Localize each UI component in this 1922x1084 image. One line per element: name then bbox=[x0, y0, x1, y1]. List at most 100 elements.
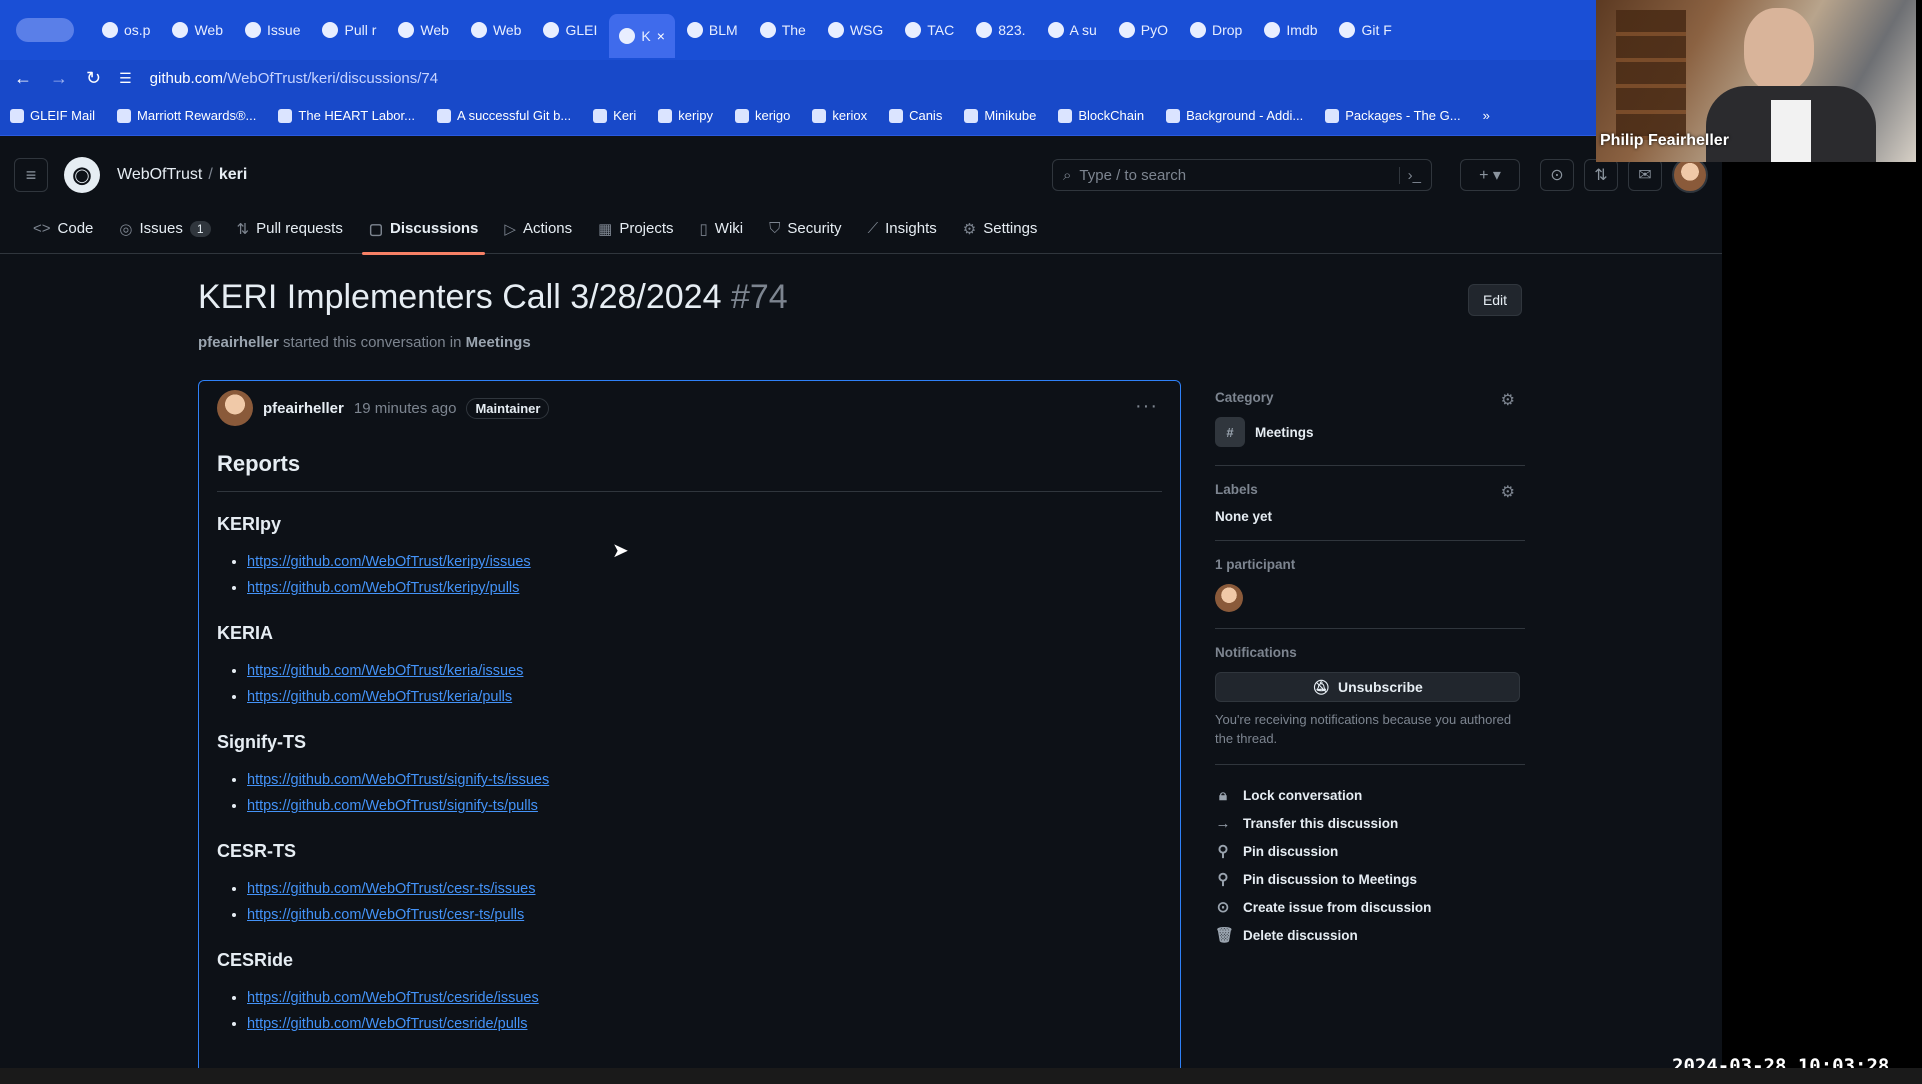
edit-button[interactable]: Edit bbox=[1468, 284, 1522, 316]
browser-tab[interactable]: Pull r bbox=[312, 10, 386, 50]
browser-tab[interactable]: K × bbox=[609, 14, 675, 58]
browser-tab[interactable]: The bbox=[750, 10, 816, 50]
action-delete-discussion[interactable]: 🗑︎ Delete discussion bbox=[1215, 921, 1525, 949]
repo-name-link[interactable]: keri bbox=[219, 166, 247, 183]
user-avatar[interactable] bbox=[1672, 157, 1708, 193]
comment-author[interactable]: pfeairheller bbox=[263, 400, 344, 417]
browser-tab[interactable]: GLEI bbox=[533, 10, 607, 50]
report-link[interactable]: https://github.com/WebOfTrust/keripy/pul… bbox=[247, 580, 519, 596]
inbox-icon[interactable]: ✉ bbox=[1628, 159, 1662, 191]
more-bookmarks-icon[interactable]: » bbox=[1483, 108, 1490, 123]
bookmark-item[interactable]: Keri bbox=[593, 108, 636, 123]
bookmark-item[interactable]: Packages - The G... bbox=[1325, 108, 1461, 123]
browser-tab[interactable]: PyO bbox=[1109, 10, 1178, 50]
list-item: https://github.com/WebOfTrust/cesride/is… bbox=[247, 985, 1162, 1011]
browser-tab[interactable]: 823. bbox=[966, 10, 1035, 50]
tab-settings[interactable]: ⚙ Settings bbox=[950, 204, 1051, 254]
search-input[interactable]: ⌕ Type / to search ›_ bbox=[1052, 159, 1432, 191]
bookmark-item[interactable]: keripy bbox=[658, 108, 713, 123]
tab-wiki[interactable]: ▯ Wiki bbox=[687, 204, 757, 254]
started-by-link[interactable]: pfeairheller bbox=[198, 334, 279, 351]
repo-owner-link[interactable]: WebOfTrust bbox=[117, 166, 202, 183]
tab-insights[interactable]: ⟋ Insights bbox=[855, 204, 950, 254]
pull-requests-icon[interactable]: ⇅ bbox=[1584, 159, 1618, 191]
create-new-button[interactable]: + ▾ bbox=[1460, 159, 1520, 191]
report-link[interactable]: https://github.com/WebOfTrust/cesr-ts/pu… bbox=[247, 907, 524, 923]
bookmark-item[interactable]: Canis bbox=[889, 108, 942, 123]
report-link[interactable]: https://github.com/WebOfTrust/keria/pull… bbox=[247, 689, 512, 705]
browser-tab[interactable]: A su bbox=[1038, 10, 1107, 50]
action-pin-discussion-to-meetings[interactable]: ⚲ Pin discussion to Meetings bbox=[1215, 865, 1525, 893]
breadcrumb-separator: / bbox=[208, 166, 213, 183]
issue-icon: ⊙ bbox=[1216, 899, 1230, 916]
close-icon[interactable]: × bbox=[657, 28, 665, 44]
browser-tab[interactable]: Imdb bbox=[1254, 10, 1327, 50]
bookmark-item[interactable]: kerigo bbox=[734, 108, 790, 123]
browser-tab[interactable]: Drop bbox=[1180, 10, 1252, 50]
bookmark-item[interactable]: Minikube bbox=[964, 108, 1036, 123]
bookmark-item[interactable]: A successful Git b... bbox=[437, 108, 571, 123]
issues-icon[interactable]: ⊙ bbox=[1540, 159, 1574, 191]
browser-tab[interactable]: Web bbox=[388, 10, 459, 50]
comment-timestamp[interactable]: 19 minutes ago bbox=[354, 400, 457, 417]
browser-tab[interactable]: WSG bbox=[818, 10, 893, 50]
pin-icon: ⚲ bbox=[1217, 843, 1229, 860]
tab-security[interactable]: ⛉ Security bbox=[756, 204, 854, 254]
back-icon[interactable]: ← bbox=[14, 68, 32, 89]
gear-icon[interactable]: ⚙ bbox=[1501, 390, 1515, 410]
category-value[interactable]: # Meetings bbox=[1215, 417, 1525, 447]
browser-tab[interactable]: BLM bbox=[677, 10, 748, 50]
action-create-issue-from-discussion[interactable]: ⊙ Create issue from discussion bbox=[1215, 893, 1525, 921]
tab-issues[interactable]: ◎ Issues 1 bbox=[106, 204, 223, 254]
browser-tab[interactable]: Web bbox=[461, 10, 532, 50]
report-link[interactable]: https://github.com/WebOfTrust/signify-ts… bbox=[247, 772, 549, 788]
browser-tab[interactable]: os.p bbox=[92, 10, 160, 50]
action-label: Transfer this discussion bbox=[1243, 815, 1399, 831]
participant-avatar[interactable] bbox=[1215, 584, 1243, 612]
bookmark-item[interactable]: Background - Addi... bbox=[1166, 108, 1303, 123]
forward-icon[interactable]: → bbox=[50, 68, 68, 89]
action-transfer-this-discussion[interactable]: → Transfer this discussion bbox=[1215, 809, 1525, 837]
bookmark-item[interactable]: keriox bbox=[812, 108, 867, 123]
browser-tab[interactable]: Git F bbox=[1329, 10, 1401, 50]
bookmark-item[interactable]: The HEART Labor... bbox=[278, 108, 415, 123]
action-pin-discussion[interactable]: ⚲ Pin discussion bbox=[1215, 837, 1525, 865]
bookmark-item[interactable]: Marriott Rewards®... bbox=[117, 108, 256, 123]
report-link[interactable]: https://github.com/WebOfTrust/keria/issu… bbox=[247, 663, 523, 679]
gear-icon[interactable]: ⚙ bbox=[1501, 482, 1515, 502]
avatar[interactable] bbox=[217, 390, 253, 426]
bookmark-item[interactable]: GLEIF Mail bbox=[10, 108, 95, 123]
tab-discussions[interactable]: ▢ Discussions bbox=[356, 204, 492, 255]
url-field[interactable]: github.com/WebOfTrust/keri/discussions/7… bbox=[150, 70, 1587, 87]
action-lock-conversation[interactable]: 🔒︎ Lock conversation bbox=[1215, 781, 1525, 809]
tab-code[interactable]: <> Code bbox=[20, 204, 106, 254]
bookmark-item[interactable]: BlockChain bbox=[1058, 108, 1144, 123]
unsubscribe-label: Unsubscribe bbox=[1337, 679, 1423, 695]
unsubscribe-button[interactable]: 🔕︎ Unsubscribe bbox=[1215, 672, 1520, 702]
browser-tab[interactable]: TAC bbox=[895, 10, 964, 50]
report-link[interactable]: https://github.com/WebOfTrust/keripy/iss… bbox=[247, 554, 531, 570]
bookmark-label: BlockChain bbox=[1078, 108, 1145, 123]
tab-group-pill[interactable] bbox=[16, 18, 74, 42]
more-options-icon[interactable]: ··· bbox=[1135, 395, 1158, 418]
tab-actions[interactable]: ▷ Actions bbox=[491, 204, 585, 254]
report-link[interactable]: https://github.com/WebOfTrust/signify-ts… bbox=[247, 798, 538, 814]
tab-projects[interactable]: ▦ Projects bbox=[585, 204, 686, 254]
report-link[interactable]: https://github.com/WebOfTrust/cesride/is… bbox=[247, 990, 539, 1006]
discussion-sidebar: Category ⚙ # Meetings Labels ⚙ None yet … bbox=[1215, 390, 1525, 949]
tab-favicon-icon bbox=[172, 22, 189, 38]
category-link[interactable]: Meetings bbox=[466, 334, 531, 351]
bookmark-favicon-icon bbox=[964, 108, 979, 123]
tab-favicon-icon bbox=[1339, 22, 1356, 38]
bookmarks-bar: GLEIF Mail Marriott Rewards®... The HEART … bbox=[0, 96, 1722, 136]
reload-icon[interactable]: ↻ bbox=[86, 68, 101, 89]
report-link[interactable]: https://github.com/WebOfTrust/cesride/pu… bbox=[247, 1016, 527, 1032]
menu-icon[interactable]: ≡ bbox=[14, 158, 48, 192]
report-link[interactable]: https://github.com/WebOfTrust/cesr-ts/is… bbox=[247, 881, 536, 897]
site-info-icon[interactable]: ☰ bbox=[119, 70, 132, 87]
browser-tab[interactable]: Web bbox=[162, 10, 233, 50]
github-logo-icon[interactable]: ◉ bbox=[64, 157, 100, 193]
command-palette-icon[interactable]: ›_ bbox=[1398, 166, 1421, 184]
browser-tab[interactable]: Issue bbox=[235, 10, 310, 50]
tab-pull-requests[interactable]: ⇅ Pull requests bbox=[224, 204, 356, 254]
